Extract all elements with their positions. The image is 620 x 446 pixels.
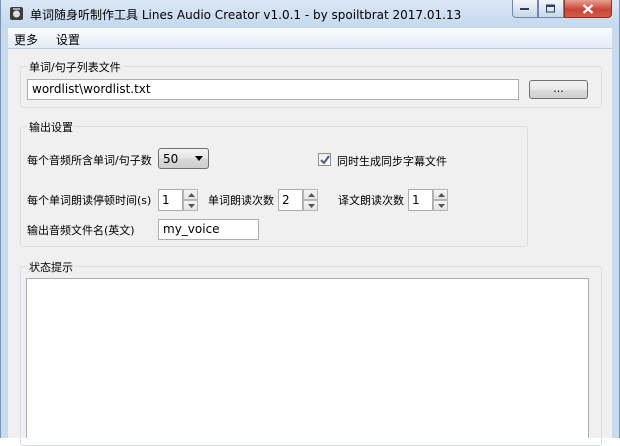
repeat-count-stepper[interactable]: 2 — [278, 189, 318, 211]
arrow-down-icon — [188, 204, 195, 208]
app-icon[interactable] — [9, 6, 24, 21]
minimize-button[interactable] — [512, 0, 538, 18]
repeat-count-label: 单词朗读次数 — [208, 194, 274, 207]
status-textarea[interactable] — [26, 278, 589, 438]
title-bar[interactable]: 单词随身听制作工具 Lines Audio Creator v1.0.1 - b… — [1, 0, 619, 28]
wordlist-path-input[interactable]: wordlist\wordlist.txt — [27, 79, 519, 100]
menu-bar: 更多 设置 — [8, 28, 612, 49]
arrow-up-icon — [438, 193, 445, 197]
wordlist-group-label: 单词/句子列表文件 — [27, 59, 123, 75]
browse-button[interactable]: ... — [529, 80, 588, 99]
close-button[interactable] — [564, 0, 612, 18]
arrow-up-icon — [188, 193, 195, 197]
maximize-button[interactable] — [538, 0, 564, 18]
words-per-file-value: 50 — [163, 152, 179, 166]
repeat-count-up-button[interactable] — [303, 189, 318, 200]
translation-count-down-button[interactable] — [433, 200, 448, 211]
output-settings-group-label: 输出设置 — [27, 119, 75, 135]
chevron-down-icon — [195, 156, 203, 161]
checkmark-icon — [320, 155, 330, 165]
translation-count-stepper[interactable]: 1 — [408, 189, 448, 211]
minimize-icon — [520, 7, 529, 10]
arrow-down-icon — [438, 204, 445, 208]
arrow-down-icon — [308, 204, 315, 208]
words-per-file-select[interactable]: 50 — [158, 148, 209, 169]
words-per-file-label: 每个音频所含单词/句子数 — [27, 154, 152, 167]
close-icon — [582, 3, 594, 14]
translation-count-up-button[interactable] — [433, 189, 448, 200]
translation-count-input[interactable]: 1 — [408, 189, 433, 211]
status-group-label: 状态提示 — [27, 259, 75, 275]
repeat-count-down-button[interactable] — [303, 200, 318, 211]
app-window: 单词随身听制作工具 Lines Audio Creator v1.0.1 - b… — [0, 0, 620, 446]
pause-time-stepper[interactable]: 1 — [158, 189, 198, 211]
pause-time-label: 每个单词朗读停顿时间(s) — [27, 194, 152, 207]
arrow-up-icon — [308, 193, 315, 197]
client-area: 单词/句子列表文件 wordlist\wordlist.txt ... 输出设置… — [8, 49, 612, 446]
window-title: 单词随身听制作工具 Lines Audio Creator v1.0.1 - b… — [30, 8, 462, 22]
pause-time-input[interactable]: 1 — [158, 189, 183, 211]
pause-time-up-button[interactable] — [183, 189, 198, 200]
subtitle-checkbox-label: 同时生成同步字幕文件 — [337, 155, 447, 168]
repeat-count-input[interactable]: 2 — [278, 189, 303, 211]
output-filename-label: 输出音频文件名(英文) — [27, 224, 135, 237]
translation-count-label: 译文朗读次数 — [338, 194, 404, 207]
maximize-icon — [546, 4, 555, 12]
menu-more[interactable]: 更多 — [14, 31, 38, 48]
subtitle-checkbox[interactable] — [318, 153, 331, 166]
output-filename-input[interactable]: my_voice — [158, 219, 259, 240]
menu-settings[interactable]: 设置 — [56, 31, 80, 48]
pause-time-down-button[interactable] — [183, 200, 198, 211]
